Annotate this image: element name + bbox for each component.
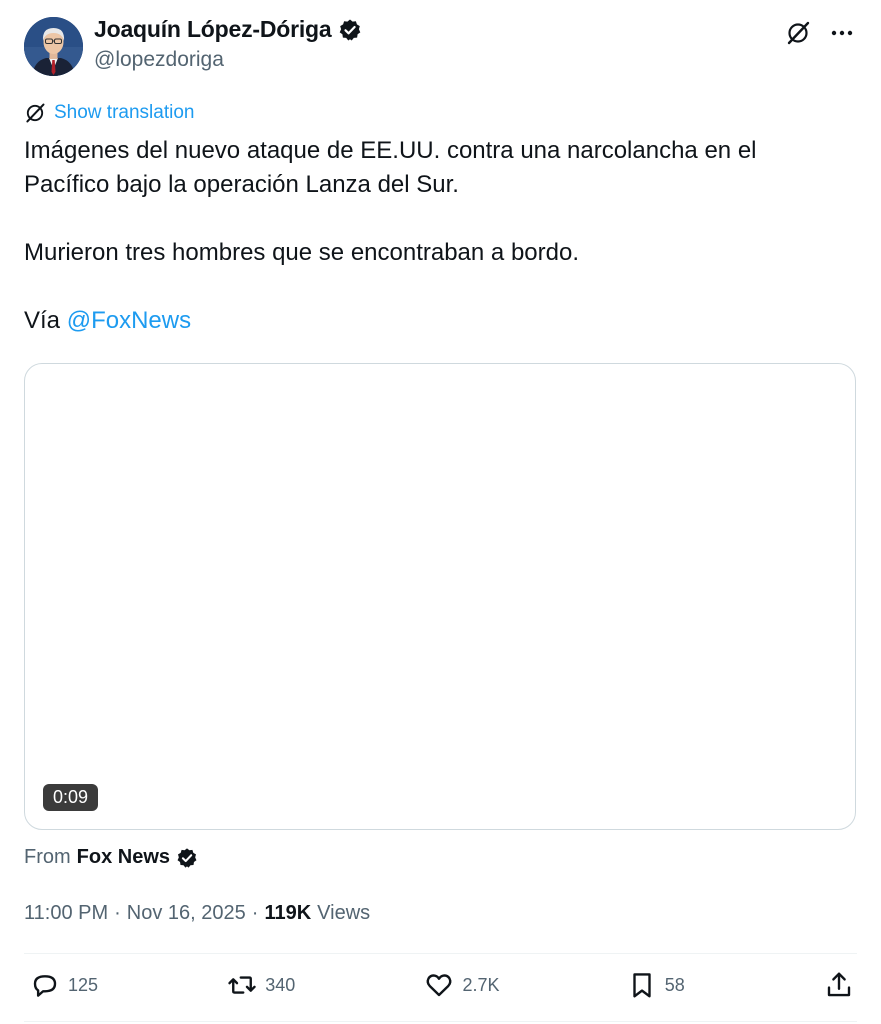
source-verified-badge-icon [176,847,198,869]
share-button[interactable] [824,970,854,1000]
author-name-row[interactable]: Joaquín López-Dóriga [94,16,362,43]
tweet-paragraph-1: Imágenes del nuevo ataque de EE.UU. cont… [24,137,757,198]
author-display-name[interactable]: Joaquín López-Dóriga [94,16,332,43]
video-duration-badge: 0:09 [43,784,99,811]
repost-count: 340 [265,974,296,995]
views-label: Views [317,902,371,924]
show-translation-row[interactable]: Show translation [24,102,194,124]
reply-button[interactable]: 125 [30,970,100,1000]
like-button[interactable]: 2.7K [424,970,500,1000]
avatar-image [24,17,83,76]
tweet-paragraph-2: Murieron tres hombres que se encontraban… [24,239,579,266]
avatar[interactable] [24,17,83,76]
tweet-date[interactable]: Nov 16, 2025 [127,902,246,925]
more-options-icon[interactable] [829,20,855,46]
views-count[interactable]: 119K [264,902,311,925]
tweet-top-actions [785,20,855,46]
grok-translate-icon [24,102,46,124]
source-name-link[interactable]: Fox News [77,846,170,869]
reply-icon [33,975,57,997]
author-handle[interactable]: @lopezdoriga [94,48,224,72]
via-prefix: Vía [24,307,67,334]
bookmark-button[interactable]: 58 [627,970,697,1000]
verified-badge-icon [338,18,362,42]
grok-icon[interactable] [785,20,811,46]
meta-separator-2: · [251,902,259,924]
tweet-action-bar: 125 340 2.7K 58 [30,970,854,1000]
bookmark-count: 58 [664,974,685,995]
repost-icon [228,976,256,994]
like-count: 2.7K [462,974,500,995]
reply-count: 125 [68,974,99,995]
mention-link[interactable]: @FoxNews [67,307,191,334]
tweet-text: Imágenes del nuevo ataque de EE.UU. cont… [24,134,844,338]
show-translation-link[interactable]: Show translation [54,102,194,124]
from-label: From [24,846,71,868]
tweet: Joaquín López-Dóriga @lopezdoriga Show t… [0,0,881,1024]
video-source-row: From Fox News [24,846,198,869]
tweet-meta-row: 11:00 PM · Nov 16, 2025 · 119K Views [24,902,370,925]
tweet-time[interactable]: 11:00 PM [24,902,108,925]
video-player[interactable]: 0:09 [24,363,856,830]
divider-top [24,953,857,954]
tweet-paragraph-3: Vía @FoxNews [24,304,844,338]
heart-icon [427,974,452,997]
bookmark-icon [633,973,651,998]
share-icon [827,972,851,997]
meta-separator-1: · [114,902,121,924]
divider-bottom [24,1021,857,1022]
repost-button[interactable]: 340 [227,970,297,1000]
